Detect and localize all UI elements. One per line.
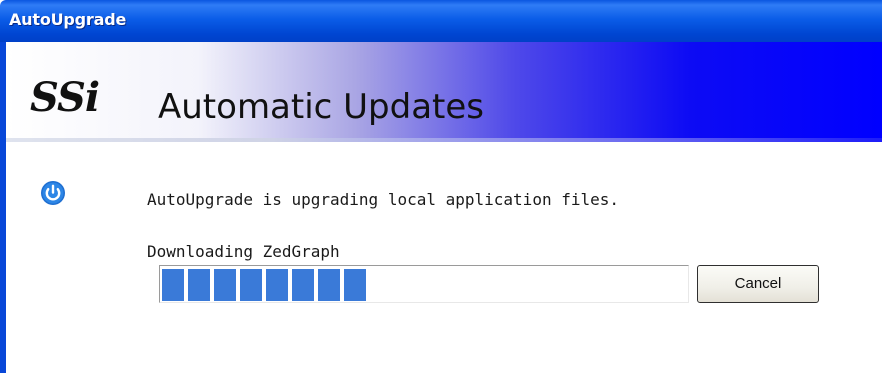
window-title: AutoUpgrade — [9, 10, 127, 29]
progress-segment — [318, 269, 340, 301]
autoupgrade-window: AutoUpgrade SSi Automatic Updates AutoUp… — [0, 0, 882, 373]
progress-segment — [240, 269, 262, 301]
power-icon — [41, 181, 65, 205]
progress-segment — [266, 269, 288, 301]
progress-segment — [188, 269, 210, 301]
status-message: AutoUpgrade is upgrading local applicati… — [147, 190, 620, 209]
progress-segment — [214, 269, 236, 301]
progress-segment — [344, 269, 366, 301]
cancel-button[interactable]: Cancel — [697, 265, 819, 303]
progress-segment — [162, 269, 184, 301]
download-status: Downloading ZedGraph — [147, 242, 340, 261]
banner-title: Automatic Updates — [158, 87, 485, 127]
banner-divider — [6, 138, 882, 142]
download-progress-bar — [159, 265, 689, 303]
ssi-logo: SSi — [30, 74, 100, 121]
title-bar[interactable]: AutoUpgrade — [0, 0, 882, 42]
progress-segment — [292, 269, 314, 301]
